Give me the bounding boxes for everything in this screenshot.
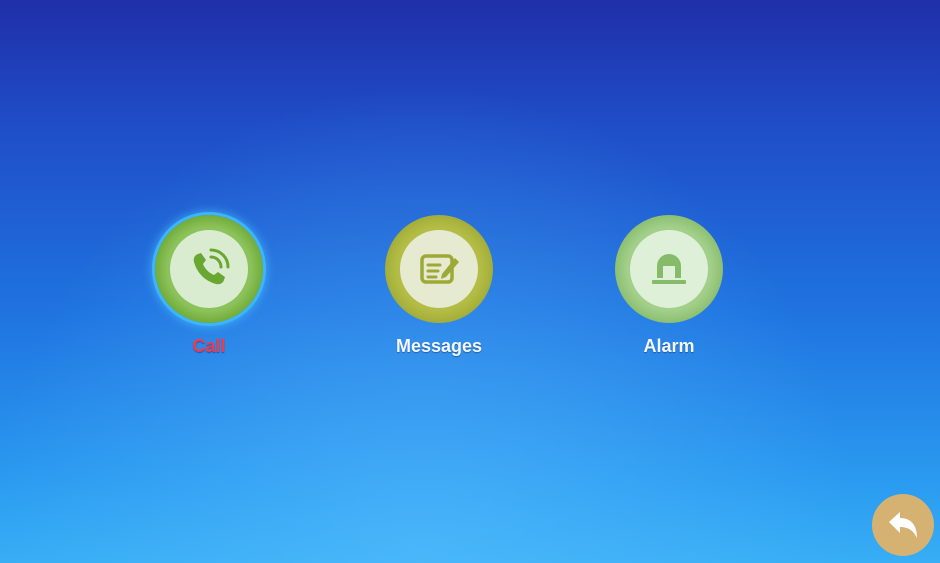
menu-item-messages[interactable]: Messages: [359, 215, 519, 357]
messages-button[interactable]: [385, 215, 493, 323]
alarm-icon-disc: [630, 230, 708, 308]
messages-label: Messages: [395, 336, 483, 356]
menu-item-call[interactable]: Call: [129, 215, 289, 357]
call-icon-disc: [170, 230, 248, 308]
messages-icon-disc: [400, 230, 478, 308]
phone-icon: [193, 248, 230, 285]
call-button[interactable]: [155, 215, 263, 323]
menu-item-alarm[interactable]: Alarm: [589, 215, 749, 357]
intercom-main-screen: Call Messages Alarm: [0, 0, 940, 563]
message-edit-icon: [420, 254, 459, 284]
alarm-button[interactable]: [615, 215, 723, 323]
call-label: Call: [192, 336, 226, 356]
alarm-label: Alarm: [643, 336, 695, 356]
alarm-siren-icon: [652, 254, 686, 284]
back-arrow-icon: [889, 512, 917, 538]
back-button[interactable]: [872, 494, 934, 556]
